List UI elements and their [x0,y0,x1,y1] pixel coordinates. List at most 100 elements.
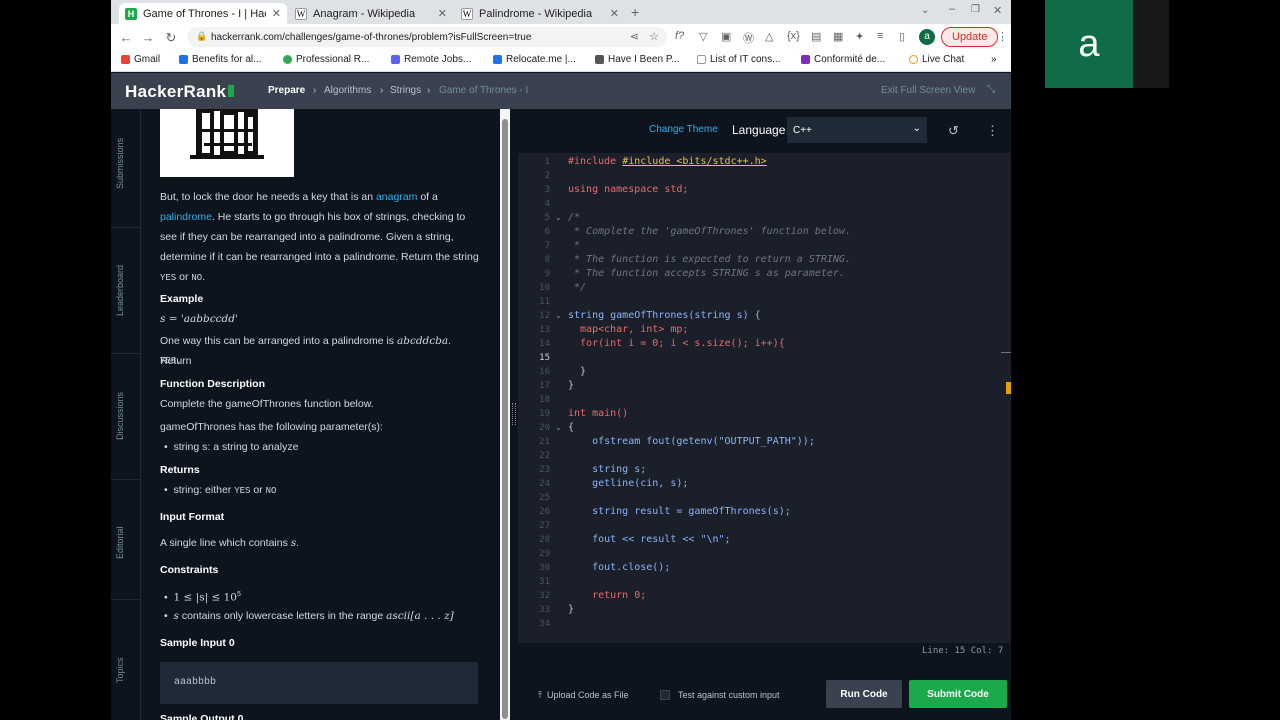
exit-fullscreen-link[interactable]: Exit Full Screen View [881,85,975,96]
line-number: 31 [539,577,550,587]
browser-window: H Game of Thrones - I | Hack ✕ W Anagram… [111,0,1011,720]
back-icon[interactable]: ← [115,30,137,45]
rail-topics[interactable]: Topics [115,653,137,687]
rail-divider [111,479,141,480]
extension-json-icon[interactable]: {x} [787,30,800,42]
rail-discussions[interactable]: Discussions [115,385,137,447]
tab-palindrome[interactable]: W Palindrome - Wikipedia ✕ [455,3,625,24]
run-code-button[interactable]: Run Code [826,680,902,708]
code-no: NO [191,273,203,283]
restore-icon[interactable]: ❐ [971,4,980,15]
bookmark-label: Benefits for al... [192,54,262,65]
bookmark-relocate[interactable]: Relocate.me |... [493,54,576,65]
bookmark-professional[interactable]: Professional R... [283,54,369,65]
forward-icon[interactable]: → [137,30,159,45]
bookmark-conformite[interactable]: Conformité de... [801,54,885,65]
text-segment: string: either [173,484,235,496]
participant-avatar: a [1045,0,1133,88]
bookmark-list-it[interactable]: List of IT cons... [697,54,780,65]
hackerrank-logo[interactable]: HackerRank [125,82,235,102]
reload-icon[interactable]: ↻ [160,30,182,46]
submit-code-button[interactable]: Submit Code [909,680,1007,708]
extensions-puzzle-icon[interactable]: ✦ [855,30,864,43]
editor-toolbar: Change Theme Language C++ ⌄ ↺ ⋮ [518,109,1011,153]
update-button[interactable]: Update [941,27,999,47]
line-number: 4 [544,199,550,209]
problem-image [160,109,294,177]
line-number: 8 [544,255,550,265]
share-icon[interactable]: ⋖ [630,30,639,43]
rail-submissions[interactable]: Submissions [115,131,137,195]
sample-input-heading: Sample Input 0 [160,637,235,649]
chevron-down-icon: ⌄ [912,123,921,134]
code-line: for(int i = 0; i < s.size(); i++){ [568,338,785,349]
profile-avatar[interactable]: a [919,29,935,45]
line-number: 3 [544,185,550,195]
rail-editorial[interactable]: Editorial [115,519,137,567]
fold-icon[interactable]: ⌄ [555,311,562,320]
language-value: C++ [793,124,812,136]
fold-icon[interactable]: ⌄ [555,423,562,432]
code-editor[interactable]: 1 #include #include <bits/stdc++.h> 2 3 … [518,153,1011,656]
upload-code-button[interactable]: ⤒ Upload Code as File [538,690,629,701]
breadcrumb-prepare[interactable]: Prepare [268,85,305,96]
breadcrumb-strings[interactable]: Strings [390,85,421,96]
line-number: 11 [539,297,550,307]
new-tab-button[interactable]: + [631,4,639,20]
pane-resizer[interactable] [510,109,518,720]
extension-wp-icon[interactable]: Ⓦ [743,30,754,46]
tab-hackerrank[interactable]: H Game of Thrones - I | Hack ✕ [119,3,287,24]
anagram-link[interactable]: anagram [376,191,417,203]
code-line: using namespace std; [568,184,688,195]
code-line: } [568,366,587,377]
breadcrumb-algorithms[interactable]: Algorithms [324,85,371,96]
resize-grip-icon [512,403,516,425]
extension-square-icon[interactable]: ▣ [721,30,731,43]
sidebar-icon[interactable]: ▯ [899,30,905,43]
text-segment: or [176,271,192,283]
tab-anagram[interactable]: W Anagram - Wikipedia ✕ [289,3,453,24]
extension-v-icon[interactable]: ▽ [699,30,707,43]
close-tab-icon[interactable]: ✕ [610,7,619,20]
bookmarks-overflow-icon[interactable]: » [991,54,997,65]
palindrome-link[interactable]: palindrome [160,211,212,223]
browser-menu-icon[interactable]: ⋮ [997,30,1008,43]
function-extension-icon[interactable]: f? [675,30,684,42]
line-number: 19 [539,409,550,419]
close-window-icon[interactable]: ✕ [993,4,1002,17]
fold-icon[interactable]: ⌄ [555,213,562,222]
change-theme-link[interactable]: Change Theme [649,124,718,135]
custom-input-label[interactable]: Test against custom input [678,690,780,700]
bookmark-remote-jobs[interactable]: Remote Jobs... [391,54,471,65]
bookmark-benefits[interactable]: Benefits for al... [179,54,261,65]
rail-leaderboard[interactable]: Leaderboard [115,257,137,323]
collapse-icon[interactable]: ⤡ [987,84,995,95]
code-line: * [568,240,581,251]
description-scrollbar[interactable] [500,109,510,720]
minimize-icon[interactable]: – [949,3,955,15]
url-field[interactable]: 🔒 hackerrank.com/challenges/game-of-thro… [187,27,667,47]
problem-intro: But, to lock the door he needs a key tha… [160,187,480,288]
extension-drive-icon[interactable]: △ [765,30,773,43]
close-tab-icon[interactable]: ✕ [438,7,447,20]
scrollbar-thumb[interactable] [502,119,508,719]
bookmark-star-icon[interactable]: ☆ [649,30,659,43]
media-icon[interactable]: ≡ [877,30,883,42]
tab-search-icon[interactable]: ⌄ [921,5,929,16]
sample-input-box: aaabbbb [160,662,478,704]
bookmark-live-chat[interactable]: Live Chat [909,54,964,65]
more-options-icon[interactable]: ⋮ [986,123,999,139]
language-select[interactable]: C++ ⌄ [787,117,927,143]
bookmark-gmail[interactable]: Gmail [121,54,160,65]
rail-divider [111,353,141,354]
video-participant-panel: a [1045,0,1169,88]
code-line: int main() [568,408,629,419]
extension-notes-icon[interactable]: ▤ [811,30,821,43]
custom-input-checkbox[interactable] [660,690,670,700]
history-icon[interactable]: ↺ [948,123,959,139]
bookmark-label: Conformité de... [814,54,886,65]
bookmark-have-i-been-pwned[interactable]: Have I Been P... [595,54,680,65]
text-segment: . [296,537,300,549]
close-tab-icon[interactable]: ✕ [272,7,281,20]
extension-grid-icon[interactable]: ▦ [833,30,843,43]
